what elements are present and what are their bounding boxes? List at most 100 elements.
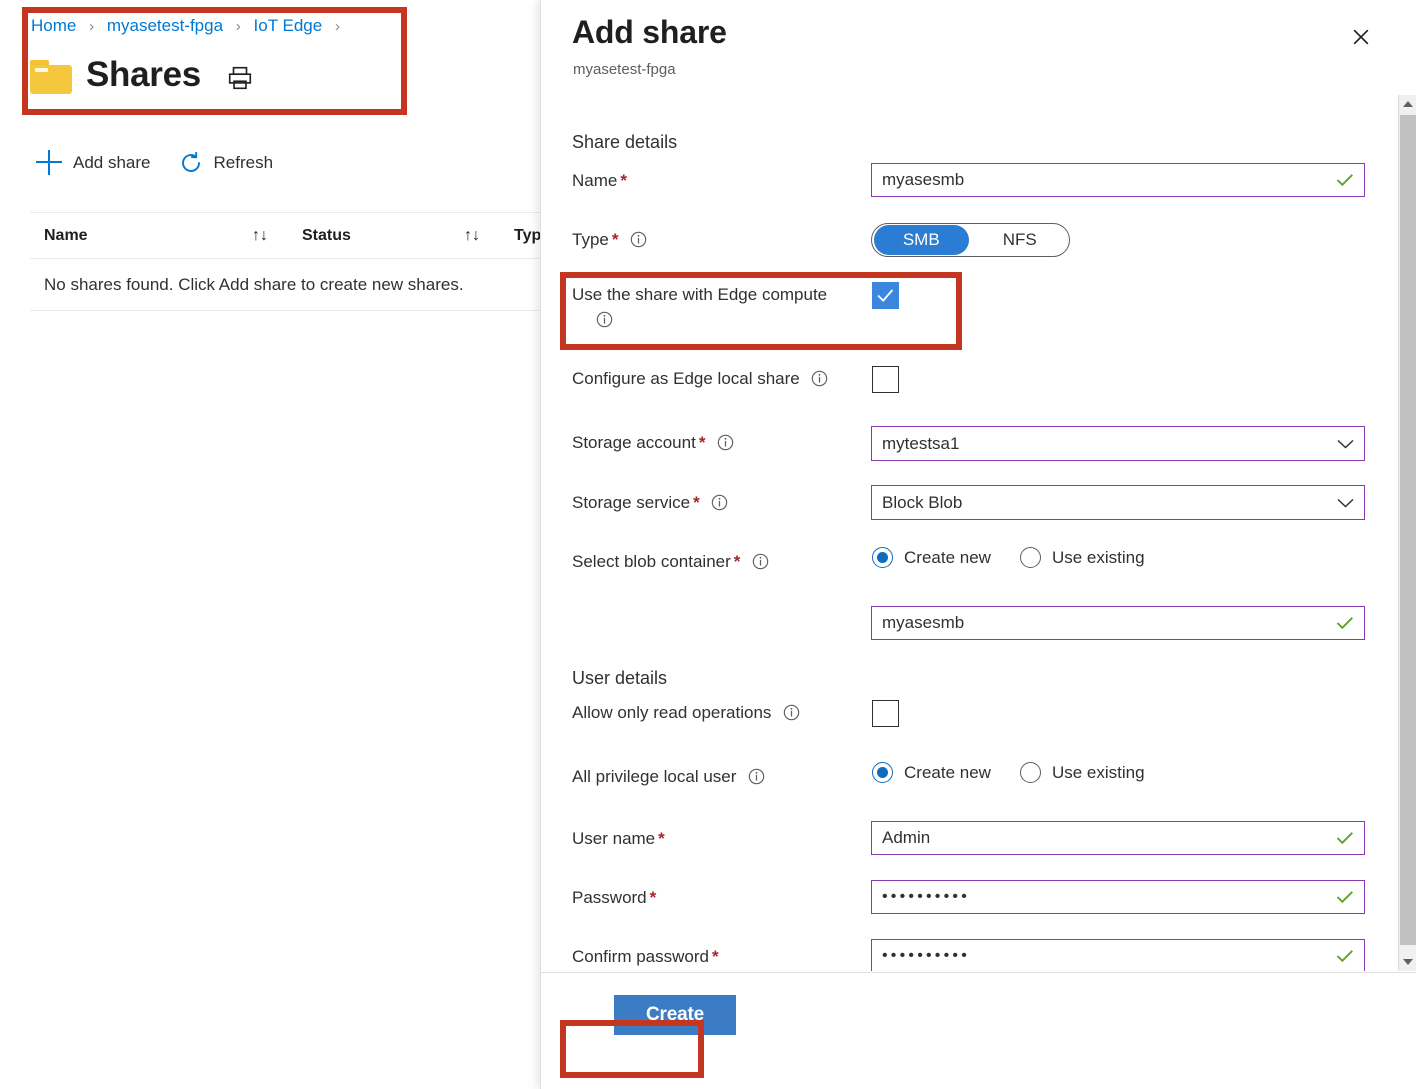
plus-icon — [36, 150, 62, 176]
breadcrumb-item-device[interactable]: myasetest-fpga — [107, 16, 223, 35]
scrollbar-thumb[interactable] — [1400, 115, 1416, 945]
radio-icon — [872, 762, 893, 783]
blob-container-value: myasesmb — [882, 613, 1336, 633]
refresh-button[interactable]: Refresh — [179, 151, 302, 175]
shares-toolbar: Add share Refresh — [36, 150, 301, 176]
chevron-down-icon — [1337, 498, 1354, 508]
name-input-value: myasesmb — [882, 170, 1336, 190]
blade-form: Share details Name* myasesmb Type* — [541, 95, 1391, 971]
edge-local-checkbox[interactable] — [872, 366, 899, 393]
blob-container-input[interactable]: myasesmb — [871, 606, 1365, 640]
info-icon[interactable] — [717, 434, 734, 451]
checkmark-icon — [1336, 173, 1354, 187]
info-icon[interactable] — [596, 311, 613, 328]
local-user-option-create-new[interactable]: Create new — [872, 762, 991, 783]
blade-subtitle: myasetest-fpga — [573, 61, 676, 78]
confirm-password-value: •••••••••• — [882, 947, 1336, 965]
chevron-down-icon — [1337, 439, 1354, 449]
radio-icon — [1020, 762, 1041, 783]
type-option-nfs[interactable]: NFS — [973, 225, 1068, 255]
shares-list-panel: Home › myasetest-fpga › IoT Edge › Share… — [0, 0, 540, 1089]
type-option-smb[interactable]: SMB — [874, 225, 969, 255]
column-header-status[interactable]: Status — [302, 227, 351, 245]
storage-service-dropdown[interactable]: Block Blob — [871, 485, 1365, 520]
info-icon[interactable] — [630, 231, 647, 248]
page-title: Shares — [86, 55, 201, 95]
radio-label: Use existing — [1052, 763, 1145, 783]
radio-label: Use existing — [1052, 548, 1145, 568]
sort-icon-name[interactable]: ↑↓ — [252, 227, 268, 245]
column-header-name[interactable]: Name — [44, 227, 88, 245]
add-share-button[interactable]: Add share — [36, 150, 179, 176]
user-name-value: Admin — [882, 828, 1336, 848]
radio-label: Create new — [904, 548, 991, 568]
storage-account-dropdown[interactable]: mytestsa1 — [871, 426, 1365, 461]
password-input[interactable]: •••••••••• — [871, 880, 1365, 914]
folder-icon — [30, 60, 72, 94]
info-icon[interactable] — [811, 370, 828, 387]
label-local-user: All privilege local user — [572, 767, 765, 787]
storage-service-value: Block Blob — [882, 493, 1337, 513]
label-storage-account: Storage account* — [572, 433, 734, 453]
local-user-radio-group: Create new Use existing — [872, 762, 1174, 783]
app-screen: Home › myasetest-fpga › IoT Edge › Share… — [0, 0, 1416, 1089]
sort-icon-status[interactable]: ↑↓ — [464, 227, 480, 245]
info-icon[interactable] — [711, 494, 728, 511]
breadcrumb-separator: › — [89, 18, 94, 35]
checkmark-icon — [1336, 831, 1354, 845]
blob-container-option-create-new[interactable]: Create new — [872, 547, 991, 568]
radio-icon — [1020, 547, 1041, 568]
info-icon[interactable] — [752, 553, 769, 570]
local-user-option-use-existing[interactable]: Use existing — [1020, 762, 1145, 783]
blob-container-radio-group: Create new Use existing — [872, 547, 1174, 568]
breadcrumb-item-iot-edge[interactable]: IoT Edge — [254, 16, 323, 35]
refresh-icon — [179, 151, 203, 175]
name-input[interactable]: myasesmb — [871, 163, 1365, 197]
label-name: Name* — [572, 171, 627, 191]
breadcrumb-separator: › — [236, 18, 241, 35]
storage-account-value: mytestsa1 — [882, 434, 1337, 454]
radio-icon — [872, 547, 893, 568]
user-name-input[interactable]: Admin — [871, 821, 1365, 855]
blob-container-option-use-existing[interactable]: Use existing — [1020, 547, 1145, 568]
read-only-checkbox[interactable] — [872, 700, 899, 727]
label-user-name: User name* — [572, 829, 665, 849]
breadcrumb: Home › myasetest-fpga › IoT Edge › — [31, 16, 348, 36]
label-type: Type* — [572, 230, 647, 250]
section-user-details: User details — [572, 668, 667, 689]
empty-state-message: No shares found. Click Add share to crea… — [30, 259, 540, 311]
blade-footer: Create — [541, 972, 1416, 1089]
section-share-details: Share details — [572, 132, 677, 153]
checkmark-icon — [1336, 616, 1354, 630]
breadcrumb-item-home[interactable]: Home — [31, 16, 76, 35]
edge-compute-checkbox[interactable] — [872, 282, 899, 309]
radio-label: Create new — [904, 763, 991, 783]
add-share-label: Add share — [73, 153, 151, 173]
info-icon[interactable] — [748, 768, 765, 785]
type-toggle[interactable]: SMB NFS — [871, 223, 1070, 257]
refresh-label: Refresh — [214, 153, 274, 173]
close-icon[interactable] — [1346, 22, 1376, 52]
label-edge-local: Configure as Edge local share — [572, 369, 828, 389]
shares-table-header: Name ↑↓ Status ↑↓ Type — [30, 212, 540, 259]
label-edge-compute: Use the share with Edge compute — [572, 285, 827, 305]
checkmark-icon — [1336, 949, 1354, 963]
confirm-password-input[interactable]: •••••••••• — [871, 939, 1365, 971]
label-password: Password* — [572, 888, 656, 908]
blade-title: Add share — [572, 14, 727, 51]
info-icon[interactable] — [783, 704, 800, 721]
password-value: •••••••••• — [882, 888, 1336, 906]
printer-icon[interactable] — [227, 65, 253, 91]
create-button[interactable]: Create — [614, 995, 736, 1035]
scroll-up-icon[interactable] — [1399, 95, 1416, 113]
checkmark-icon — [1336, 890, 1354, 904]
blade-scrollbar[interactable] — [1398, 95, 1416, 971]
label-storage-service: Storage service* — [572, 493, 728, 513]
label-confirm-password: Confirm password* — [572, 947, 719, 967]
page-title-row: Shares — [30, 55, 253, 95]
add-share-blade: Add share myasetest-fpga Share details N… — [540, 0, 1416, 1089]
label-read-only: Allow only read operations — [572, 703, 800, 723]
scroll-down-icon[interactable] — [1399, 953, 1416, 971]
breadcrumb-separator: › — [335, 18, 340, 35]
label-blob-container: Select blob container* — [572, 552, 769, 572]
